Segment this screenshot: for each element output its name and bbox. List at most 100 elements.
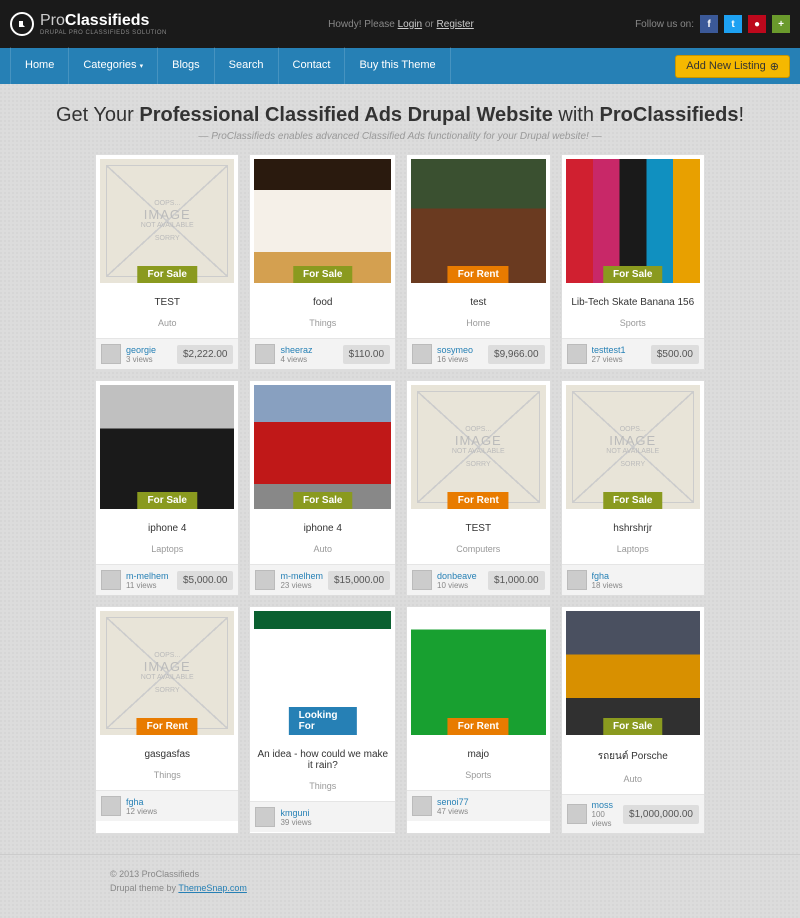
listing-image xyxy=(566,611,700,735)
listing-views: 16 views xyxy=(437,355,483,364)
listing-title: Lib-Tech Skate Banana 156 xyxy=(566,297,700,308)
nav-item-search[interactable]: Search xyxy=(215,47,279,85)
listing-user[interactable]: fgha xyxy=(126,797,233,807)
avatar xyxy=(255,570,275,590)
facebook-icon[interactable]: f xyxy=(700,15,718,33)
listings-grid: OOPS...IMAGENOT AVAILABLESORRYFor Sale T… xyxy=(0,154,800,854)
listing-price: $500.00 xyxy=(651,345,699,364)
placeholder-image: OOPS...IMAGENOT AVAILABLESORRY xyxy=(106,617,228,729)
nav-item-blogs[interactable]: Blogs xyxy=(158,47,215,85)
add-listing-button[interactable]: Add New Listing⊕ xyxy=(675,55,790,78)
logo-icon xyxy=(10,12,34,36)
listing-user[interactable]: m-melhem xyxy=(126,571,172,581)
listing-badge: For Sale xyxy=(603,718,662,735)
placeholder-image: OOPS...IMAGENOT AVAILABLESORRY xyxy=(417,391,539,503)
listing-user[interactable]: moss xyxy=(592,800,619,810)
listing-image xyxy=(411,159,545,283)
listing-user[interactable]: georgie xyxy=(126,345,172,355)
listing-user[interactable]: donbeave xyxy=(437,571,483,581)
avatar xyxy=(567,344,587,364)
listing-title: hshrshrjr xyxy=(566,523,700,534)
listing-card[interactable]: For Rent testHome sosymeo16 views $9,966… xyxy=(406,154,550,370)
listing-badge: For Rent xyxy=(448,266,509,283)
listing-title: TEST xyxy=(411,523,545,534)
listing-title: TEST xyxy=(100,297,234,308)
hero-title: Get Your Professional Classified Ads Dru… xyxy=(0,104,800,127)
listing-image xyxy=(100,385,234,509)
listing-title: food xyxy=(254,297,391,308)
listing-badge: For Sale xyxy=(603,492,662,509)
listing-category: Auto xyxy=(254,544,391,554)
listing-title: An idea - how could we make it rain? xyxy=(254,749,391,771)
logo-subtitle: DRUPAL PRO CLASSIFIEDS SOLUTION xyxy=(40,30,167,36)
listing-badge: Looking For xyxy=(289,707,357,735)
listing-user[interactable]: fgha xyxy=(592,571,699,581)
listing-category: Computers xyxy=(411,544,545,554)
listing-category: Laptops xyxy=(566,544,700,554)
avatar xyxy=(101,796,121,816)
listing-card[interactable]: OOPS...IMAGENOT AVAILABLESORRYFor Sale h… xyxy=(561,380,705,596)
listing-badge: For Rent xyxy=(448,718,509,735)
avatar xyxy=(567,570,587,590)
listing-price: $110.00 xyxy=(343,345,390,364)
listing-price: $5,000.00 xyxy=(177,571,234,590)
listing-user[interactable]: sosymeo xyxy=(437,345,483,355)
listing-title: iphone 4 xyxy=(254,523,391,534)
nav-item-buy-this-theme[interactable]: Buy this Theme xyxy=(345,47,450,85)
listing-category: Sports xyxy=(566,318,700,328)
placeholder-image: OOPS...IMAGENOT AVAILABLESORRY xyxy=(572,391,694,503)
listing-title: gasgasfas xyxy=(100,749,234,760)
listing-image xyxy=(254,385,391,509)
pinterest-icon[interactable]: ● xyxy=(748,15,766,33)
placeholder-image: OOPS...IMAGENOT AVAILABLESORRY xyxy=(106,165,228,277)
listing-card[interactable]: OOPS...IMAGENOT AVAILABLESORRYFor Sale T… xyxy=(95,154,239,370)
avatar xyxy=(101,344,121,364)
nav-item-home[interactable]: Home xyxy=(10,47,69,85)
avatar xyxy=(412,344,432,364)
listing-user[interactable]: sheeraz xyxy=(280,345,337,355)
listing-views: 4 views xyxy=(280,355,337,364)
listing-category: Things xyxy=(254,781,391,791)
listing-user[interactable]: kmguni xyxy=(280,808,390,818)
listing-category: Sports xyxy=(411,770,545,780)
listing-views: 39 views xyxy=(280,818,390,827)
listing-image xyxy=(254,159,391,283)
nav-item-categories[interactable]: Categories ▾ xyxy=(69,47,158,85)
nav-item-contact[interactable]: Contact xyxy=(279,47,346,85)
listing-card[interactable]: For Rent majoSports senoi7747 views xyxy=(406,606,550,834)
themesnap-link[interactable]: ThemeSnap.com xyxy=(178,883,247,893)
listing-badge: For Sale xyxy=(293,266,352,283)
listing-image xyxy=(566,159,700,283)
login-link[interactable]: Login xyxy=(398,19,422,30)
listing-category: Auto xyxy=(100,318,234,328)
listing-card[interactable]: Looking For An idea - how could we make … xyxy=(249,606,396,834)
listing-card[interactable]: For Sale Lib-Tech Skate Banana 156Sports… xyxy=(561,154,705,370)
listing-user[interactable]: testtest1 xyxy=(592,345,646,355)
listing-card[interactable]: For Sale food Things sheeraz4 views $110.… xyxy=(249,154,396,370)
listing-category: Laptops xyxy=(100,544,234,554)
listing-views: 3 views xyxy=(126,355,172,364)
listing-card[interactable]: For Sale iphone 4Auto m-melhem23 views $… xyxy=(249,380,396,596)
listing-image xyxy=(411,611,545,735)
listing-title: iphone 4 xyxy=(100,523,234,534)
logo-classifieds: Classifieds xyxy=(65,12,149,29)
twitter-icon[interactable]: t xyxy=(724,15,742,33)
listing-badge: For Rent xyxy=(448,492,509,509)
listing-user[interactable]: senoi77 xyxy=(437,797,544,807)
listing-category: Things xyxy=(254,318,391,328)
listing-views: 23 views xyxy=(280,581,323,590)
addthis-icon[interactable]: + xyxy=(772,15,790,33)
footer-copyright: © 2013 ProClassifieds xyxy=(110,869,690,879)
listing-card[interactable]: OOPS...IMAGENOT AVAILABLESORRYFor Rent T… xyxy=(406,380,550,596)
listing-user[interactable]: m-melhem xyxy=(280,571,323,581)
plus-circle-icon: ⊕ xyxy=(770,60,779,73)
logo[interactable]: ProClassifieds DRUPAL PRO CLASSIFIEDS SO… xyxy=(10,12,167,36)
listing-card[interactable]: OOPS...IMAGENOT AVAILABLESORRYFor Rent g… xyxy=(95,606,239,834)
listing-card[interactable]: For Sale iphone 4Laptops m-melhem11 view… xyxy=(95,380,239,596)
register-link[interactable]: Register xyxy=(437,19,474,30)
listing-badge: For Rent xyxy=(137,718,198,735)
listing-price: $1,000.00 xyxy=(488,571,545,590)
listing-card[interactable]: For Sale รถยนต์ PorscheAuto moss100 view… xyxy=(561,606,705,834)
listing-views: 18 views xyxy=(592,581,699,590)
listing-badge: For Sale xyxy=(138,492,197,509)
